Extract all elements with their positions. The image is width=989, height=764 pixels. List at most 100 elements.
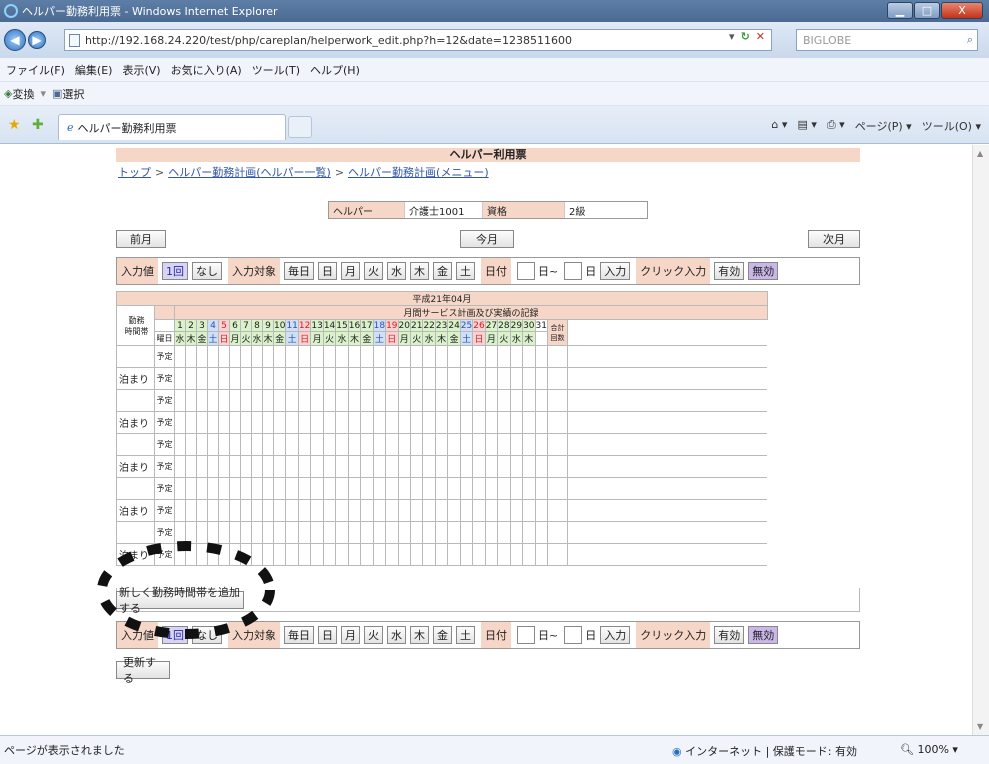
schedule-cell[interactable] (385, 389, 399, 412)
schedule-cell[interactable] (372, 389, 387, 412)
schedule-cell[interactable] (497, 389, 511, 412)
schedule-cell[interactable] (497, 543, 511, 566)
schedule-cell[interactable] (447, 521, 461, 544)
schedule-cell[interactable] (484, 411, 499, 434)
schedule-cell[interactable] (218, 433, 230, 456)
schedule-cell[interactable] (229, 433, 241, 456)
schedule-cell[interactable] (229, 367, 241, 390)
schedule-cell[interactable] (272, 345, 287, 368)
schedule-cell[interactable] (459, 499, 474, 522)
schedule-cell[interactable] (207, 499, 219, 522)
update-button[interactable]: 更新する (116, 656, 170, 685)
schedule-cell[interactable] (447, 367, 461, 390)
schedule-cell[interactable] (459, 521, 474, 544)
breadcrumb-helper-menu-link[interactable]: ヘルパー勤務計画(メニュー) (348, 166, 489, 179)
schedule-cell[interactable] (447, 411, 461, 434)
schedule-cell[interactable] (207, 389, 219, 412)
schedule-cell[interactable] (360, 477, 374, 500)
schedule-cell[interactable] (534, 499, 548, 522)
schedule-cell[interactable] (218, 455, 230, 478)
schedule-cell[interactable] (272, 499, 287, 522)
schedule-cell[interactable] (434, 477, 449, 500)
schedule-cell[interactable] (240, 455, 252, 478)
schedule-cell[interactable] (459, 477, 474, 500)
schedule-cell[interactable] (459, 433, 474, 456)
schedule-cell[interactable] (322, 499, 337, 522)
schedule-cell[interactable] (472, 455, 486, 478)
schedule-cell[interactable] (251, 477, 263, 500)
back-button[interactable]: ◀ (4, 29, 26, 51)
thu-button[interactable]: 木 (410, 626, 429, 644)
schedule-cell[interactable] (196, 477, 208, 500)
schedule-cell[interactable] (397, 455, 412, 478)
schedule-cell[interactable] (196, 345, 208, 368)
schedule-cell[interactable] (310, 389, 324, 412)
schedule-cell[interactable] (447, 499, 461, 522)
search-icon[interactable]: ⌕ (967, 33, 973, 47)
schedule-cell[interactable] (310, 543, 324, 566)
schedule-cell[interactable] (251, 345, 263, 368)
schedule-cell[interactable] (297, 521, 312, 544)
schedule-cell[interactable] (434, 411, 449, 434)
schedule-cell[interactable] (509, 455, 524, 478)
schedule-cell[interactable] (434, 455, 449, 478)
schedule-cell[interactable] (422, 521, 436, 544)
menu-tools[interactable]: ツール(T) (252, 62, 300, 78)
dropdown-icon[interactable]: ▾ (40, 87, 46, 100)
mon-button[interactable]: 月 (341, 626, 360, 644)
schedule-cell[interactable] (472, 411, 486, 434)
schedule-cell[interactable] (522, 367, 536, 390)
once-button[interactable]: 1回 (162, 262, 188, 280)
schedule-cell[interactable] (372, 521, 387, 544)
breadcrumb-top-link[interactable]: トップ (118, 166, 151, 179)
schedule-cell[interactable] (422, 477, 436, 500)
vertical-scrollbar[interactable]: ▲ ▼ (972, 145, 989, 735)
wed-button[interactable]: 水 (387, 262, 406, 280)
schedule-cell[interactable] (472, 499, 486, 522)
schedule-cell[interactable] (360, 367, 374, 390)
schedule-cell[interactable] (472, 521, 486, 544)
schedule-cell[interactable] (385, 367, 399, 390)
schedule-cell[interactable] (347, 433, 362, 456)
schedule-cell[interactable] (310, 367, 324, 390)
schedule-cell[interactable] (310, 477, 324, 500)
schedule-cell[interactable] (422, 411, 436, 434)
schedule-cell[interactable] (262, 367, 274, 390)
schedule-cell[interactable] (174, 345, 186, 368)
schedule-cell[interactable] (251, 389, 263, 412)
menu-edit[interactable]: 編集(E) (75, 62, 113, 78)
schedule-cell[interactable] (385, 521, 399, 544)
schedule-cell[interactable] (285, 521, 299, 544)
schedule-cell[interactable] (174, 433, 186, 456)
schedule-cell[interactable] (272, 433, 287, 456)
page-menu[interactable]: ページ(P) ▾ (855, 118, 912, 134)
schedule-cell[interactable] (185, 367, 197, 390)
tools-menu[interactable]: ツール(O) ▾ (922, 118, 981, 134)
scroll-up-icon[interactable]: ▲ (977, 149, 983, 158)
schedule-cell[interactable] (322, 477, 337, 500)
home-icon[interactable]: ⌂ ▾ (771, 118, 787, 134)
schedule-cell[interactable] (534, 367, 548, 390)
schedule-cell[interactable] (335, 367, 349, 390)
schedule-cell[interactable] (174, 477, 186, 500)
schedule-cell[interactable] (322, 389, 337, 412)
refresh-icon[interactable]: ↻ (741, 30, 750, 43)
print-icon[interactable]: ⎙ ▾ (827, 118, 845, 134)
tab-helper-usage[interactable]: ℯ ヘルパー勤務利用票 (58, 114, 286, 140)
schedule-cell[interactable] (534, 455, 548, 478)
schedule-cell[interactable] (218, 367, 230, 390)
schedule-cell[interactable] (534, 543, 548, 566)
schedule-cell[interactable] (472, 543, 486, 566)
schedule-cell[interactable] (310, 521, 324, 544)
sun-button[interactable]: 日 (318, 262, 337, 280)
schedule-cell[interactable] (174, 455, 186, 478)
schedule-cell[interactable] (534, 477, 548, 500)
disable-button[interactable]: 無効 (748, 626, 779, 644)
schedule-cell[interactable] (497, 367, 511, 390)
schedule-cell[interactable] (397, 521, 412, 544)
schedule-cell[interactable] (240, 411, 252, 434)
schedule-cell[interactable] (207, 433, 219, 456)
schedule-cell[interactable] (251, 411, 263, 434)
schedule-cell[interactable] (509, 477, 524, 500)
address-bar[interactable]: http://192.168.24.220/test/php/careplan/… (64, 29, 772, 51)
